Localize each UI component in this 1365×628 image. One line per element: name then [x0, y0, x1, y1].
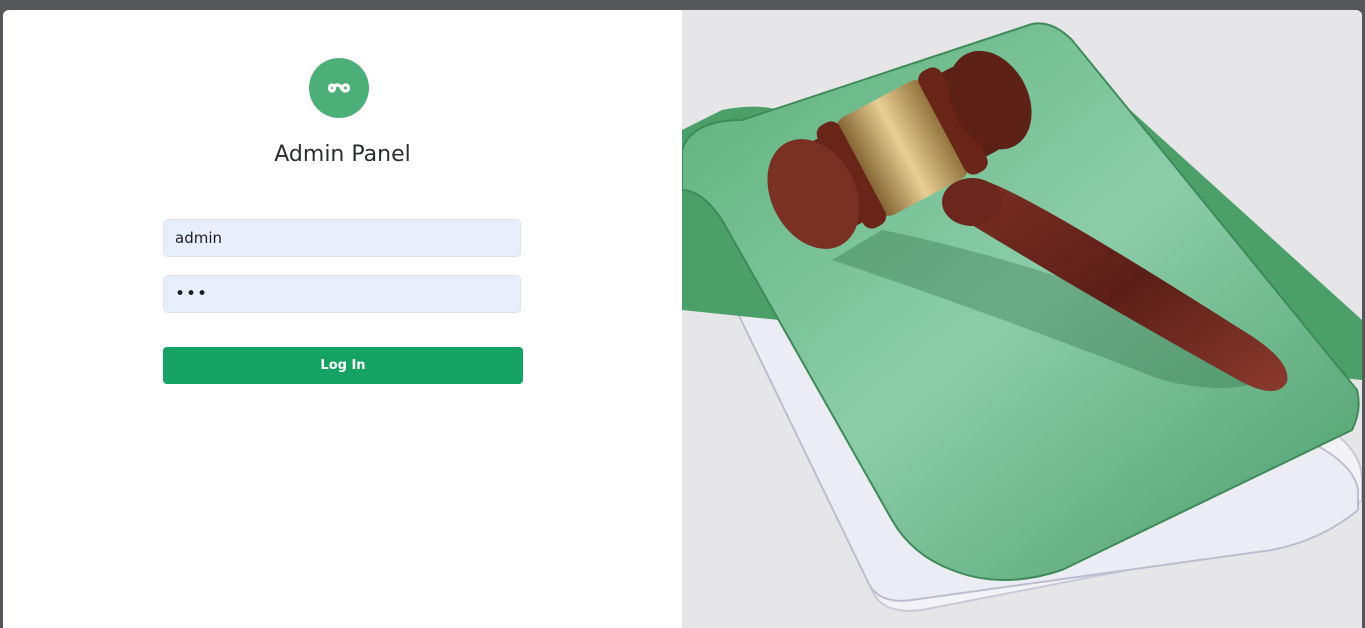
- login-pane: Admin Panel admin ••• Log In: [3, 10, 682, 628]
- password-field[interactable]: •••: [163, 275, 521, 313]
- app-window: Admin Panel admin ••• Log In: [3, 10, 1362, 628]
- gavel-on-green-folder-icon: [682, 22, 1362, 612]
- username-value: admin: [175, 229, 222, 247]
- hero-pane: [682, 10, 1362, 628]
- app-logo: [309, 58, 369, 118]
- infinity-icon: [327, 83, 351, 93]
- page-title: Admin Panel: [274, 142, 411, 167]
- password-value: •••: [175, 284, 209, 304]
- username-field[interactable]: admin: [163, 219, 521, 257]
- login-button[interactable]: Log In: [163, 347, 523, 384]
